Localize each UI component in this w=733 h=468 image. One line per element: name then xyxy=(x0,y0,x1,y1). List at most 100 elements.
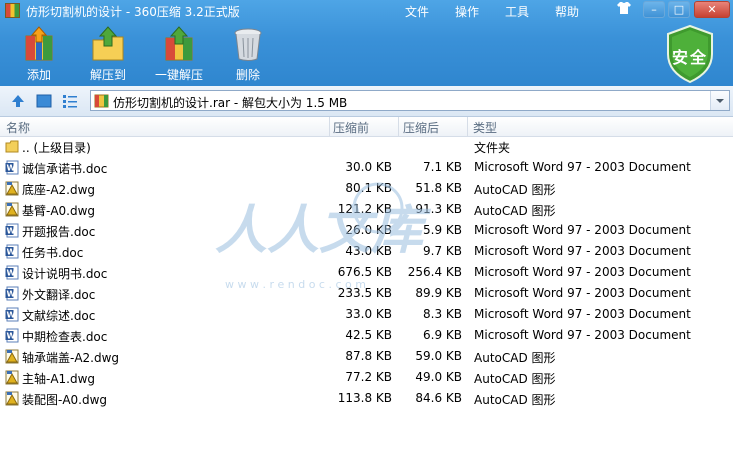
file-name: 中期检查表.doc xyxy=(22,330,108,344)
size-after: 8.3 KB xyxy=(423,307,462,321)
size-before: 233.5 KB xyxy=(337,286,392,300)
size-before: 676.5 KB xyxy=(337,265,392,279)
svg-text:W: W xyxy=(7,311,16,320)
one-click-extract-button[interactable]: 一键解压 xyxy=(149,26,209,83)
close-icon[interactable]: ✕ xyxy=(694,1,730,18)
column-compressed-after[interactable]: 压缩后 xyxy=(403,119,439,136)
file-row[interactable]: 装配图-A0.dwg 113.8 KB 84.6 KB AutoCAD 图形 xyxy=(0,388,733,409)
menu-file[interactable]: 文件 xyxy=(405,3,429,20)
menu-help[interactable]: 帮助 xyxy=(555,3,579,20)
file-name: 轴承端盖-A2.dwg xyxy=(22,351,120,365)
svg-text:W: W xyxy=(7,248,16,257)
size-before: 113.8 KB xyxy=(337,391,392,405)
file-row[interactable]: 主轴-A1.dwg 77.2 KB 49.0 KB AutoCAD 图形 xyxy=(0,367,733,388)
autocad-drawing-icon xyxy=(5,391,19,406)
word-document-icon: W xyxy=(5,223,19,238)
column-name[interactable]: 名称 xyxy=(6,119,30,136)
file-type: AutoCAD 图形 xyxy=(474,204,556,218)
add-button-label: 添加 xyxy=(26,68,51,82)
autocad-drawing-icon xyxy=(5,202,19,217)
column-type[interactable]: 类型 xyxy=(473,119,497,136)
file-type: AutoCAD 图形 xyxy=(474,351,556,365)
svg-text:W: W xyxy=(7,227,16,236)
file-type: AutoCAD 图形 xyxy=(474,393,556,407)
file-row[interactable]: .. (上级目录) 文件夹 xyxy=(0,136,733,157)
file-row[interactable]: W 设计说明书.doc 676.5 KB 256.4 KB Microsoft Word… xyxy=(0,262,733,283)
address-path: 仿形切割机的设计.rar - 解包大小为 1.5 MB xyxy=(113,96,348,110)
minimize-icon[interactable]: – xyxy=(643,1,665,18)
size-after: 5.9 KB xyxy=(423,223,462,237)
word-document-icon: W xyxy=(5,244,19,259)
file-row[interactable]: W 中期检查表.doc 42.5 KB 6.9 KB Microsoft Word 97… xyxy=(0,325,733,346)
chevron-down-icon[interactable] xyxy=(710,91,729,110)
archive-icon xyxy=(94,94,109,108)
file-name: .. (上级目录) xyxy=(22,141,91,155)
file-name: 基臂-A0.dwg xyxy=(22,204,96,218)
word-document-icon: W xyxy=(5,328,19,343)
svg-text:W: W xyxy=(7,164,16,173)
app-icon xyxy=(5,3,20,18)
shirt-icon[interactable] xyxy=(613,1,635,18)
size-after: 51.8 KB xyxy=(415,181,462,195)
file-name: 设计说明书.doc xyxy=(22,267,108,281)
word-document-icon: W xyxy=(5,160,19,175)
file-row[interactable]: W 诚信承诺书.doc 30.0 KB 7.1 KB Microsoft Word 97… xyxy=(0,157,733,178)
file-row[interactable]: W 外文翻译.doc 233.5 KB 89.9 KB Microsoft Word 9… xyxy=(0,283,733,304)
size-after: 89.9 KB xyxy=(415,286,462,300)
svg-text:W: W xyxy=(7,290,16,299)
file-row[interactable]: W 开题报告.doc 26.0 KB 5.9 KB Microsoft Word 97 … xyxy=(0,220,733,241)
size-after: 59.0 KB xyxy=(415,349,462,363)
large-icon-view-icon[interactable] xyxy=(36,93,52,109)
file-name: 开题报告.doc xyxy=(22,225,96,239)
up-arrow-icon[interactable] xyxy=(10,93,26,109)
column-compressed-before[interactable]: 压缩前 xyxy=(333,119,369,136)
svg-text:W: W xyxy=(7,332,16,341)
file-type: Microsoft Word 97 - 2003 Document xyxy=(474,328,691,342)
maximize-icon[interactable]: □ xyxy=(668,1,690,18)
file-row[interactable]: 轴承端盖-A2.dwg 87.8 KB 59.0 KB AutoCAD 图形 xyxy=(0,346,733,367)
extract-to-folder-icon xyxy=(91,26,125,62)
extract-to-button-label: 解压到 xyxy=(89,68,126,82)
size-before: 42.5 KB xyxy=(345,328,392,342)
menu-operate[interactable]: 操作 xyxy=(455,3,479,20)
size-before: 33.0 KB xyxy=(345,307,392,321)
autocad-drawing-icon xyxy=(5,349,19,364)
file-row[interactable]: 底座-A2.dwg 80.1 KB 51.8 KB AutoCAD 图形 xyxy=(0,178,733,199)
size-before: 26.0 KB xyxy=(345,223,392,237)
file-row[interactable]: W 任务书.doc 43.0 KB 9.7 KB Microsoft Word 97 -… xyxy=(0,241,733,262)
address-field[interactable]: 仿形切割机的设计.rar - 解包大小为 1.5 MB xyxy=(90,90,730,111)
list-view-icon[interactable] xyxy=(62,93,78,109)
autocad-drawing-icon xyxy=(5,181,19,196)
file-type: Microsoft Word 97 - 2003 Document xyxy=(474,265,691,279)
trash-can-icon xyxy=(231,26,265,62)
size-after: 6.9 KB xyxy=(423,328,462,342)
column-header-row: 名称 压缩前 压缩后 类型 xyxy=(0,117,733,137)
delete-button[interactable]: 删除 xyxy=(218,26,278,83)
one-click-extract-button-label: 一键解压 xyxy=(154,68,203,82)
delete-button-label: 删除 xyxy=(235,68,260,82)
extract-to-button[interactable]: 解压到 xyxy=(78,26,138,83)
size-before: 80.1 KB xyxy=(345,181,392,195)
file-type: Microsoft Word 97 - 2003 Document xyxy=(474,307,691,321)
word-document-icon: W xyxy=(5,307,19,322)
size-after: 9.7 KB xyxy=(423,244,462,258)
file-type: Microsoft Word 97 - 2003 Document xyxy=(474,286,691,300)
file-row[interactable]: 基臂-A0.dwg 121.2 KB 91.3 KB AutoCAD 图形 xyxy=(0,199,733,220)
menu-tools[interactable]: 工具 xyxy=(505,3,529,20)
word-document-icon: W xyxy=(5,265,19,280)
size-before: 43.0 KB xyxy=(345,244,392,258)
file-name: 诚信承诺书.doc xyxy=(22,162,108,176)
file-name: 外文翻译.doc xyxy=(22,288,96,302)
add-button[interactable]: 添加 xyxy=(9,26,69,83)
file-type: AutoCAD 图形 xyxy=(474,183,556,197)
size-before: 30.0 KB xyxy=(345,160,392,174)
size-after: 91.3 KB xyxy=(415,202,462,216)
add-archive-icon xyxy=(22,26,56,62)
security-badge-text: 安全 xyxy=(671,48,708,67)
file-row[interactable]: W 文献综述.doc 33.0 KB 8.3 KB Microsoft Word 97 … xyxy=(0,304,733,325)
file-type: Microsoft Word 97 - 2003 Document xyxy=(474,223,691,237)
size-after: 84.6 KB xyxy=(415,391,462,405)
file-name: 装配图-A0.dwg xyxy=(22,393,108,407)
folder-icon xyxy=(5,139,19,154)
size-after: 256.4 KB xyxy=(407,265,462,279)
